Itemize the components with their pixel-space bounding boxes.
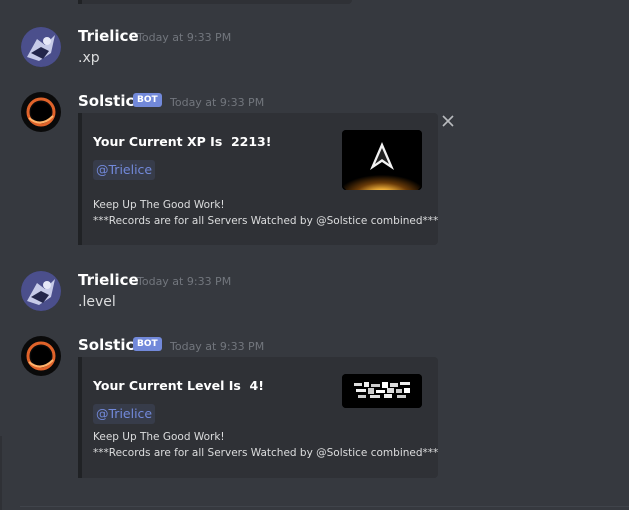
timestamp: Today at 9:33 PM bbox=[170, 340, 265, 353]
previous-embed-fragment bbox=[78, 0, 352, 4]
rank-chevron-image[interactable] bbox=[342, 130, 422, 190]
embed-description-line-1: Keep Up The Good Work! bbox=[93, 431, 225, 443]
bot-badge: BOT bbox=[133, 93, 162, 107]
close-icon[interactable] bbox=[441, 113, 455, 127]
username[interactable]: Trielice bbox=[78, 27, 139, 45]
bot-badge: BOT bbox=[133, 337, 162, 351]
timestamp: Today at 9:33 PM bbox=[170, 96, 265, 109]
embed-description-line-2: ***Records are for all Servers Watched b… bbox=[93, 215, 439, 227]
timestamp: Today at 9:33 PM bbox=[137, 275, 232, 288]
message-content: .level bbox=[78, 294, 116, 310]
avatar[interactable] bbox=[21, 92, 61, 132]
embed: Your Current XP Is 2213! @Trielice Keep … bbox=[78, 113, 438, 245]
message-content: .xp bbox=[78, 50, 100, 66]
user-mention[interactable]: @Trielice bbox=[93, 160, 156, 180]
avatar[interactable] bbox=[21, 336, 61, 376]
embed: Your Current Level Is 4! @Trielice Keep … bbox=[78, 357, 438, 478]
username[interactable]: Trielice bbox=[78, 271, 139, 289]
embed-title: Your Current XP Is 2213! bbox=[93, 134, 272, 149]
embed-description-line-2: ***Records are for all Servers Watched b… bbox=[93, 447, 439, 459]
timestamp: Today at 9:33 PM bbox=[137, 31, 232, 44]
embed-title: Your Current Level Is 4! bbox=[93, 378, 264, 393]
level-banner-image[interactable] bbox=[342, 374, 422, 408]
avatar[interactable] bbox=[21, 271, 61, 311]
divider bbox=[20, 506, 629, 507]
embed-description-line-1: Keep Up The Good Work! bbox=[93, 199, 225, 211]
user-mention[interactable]: @Trielice bbox=[93, 404, 156, 424]
left-edge-strip bbox=[0, 436, 2, 510]
avatar[interactable] bbox=[21, 27, 61, 67]
